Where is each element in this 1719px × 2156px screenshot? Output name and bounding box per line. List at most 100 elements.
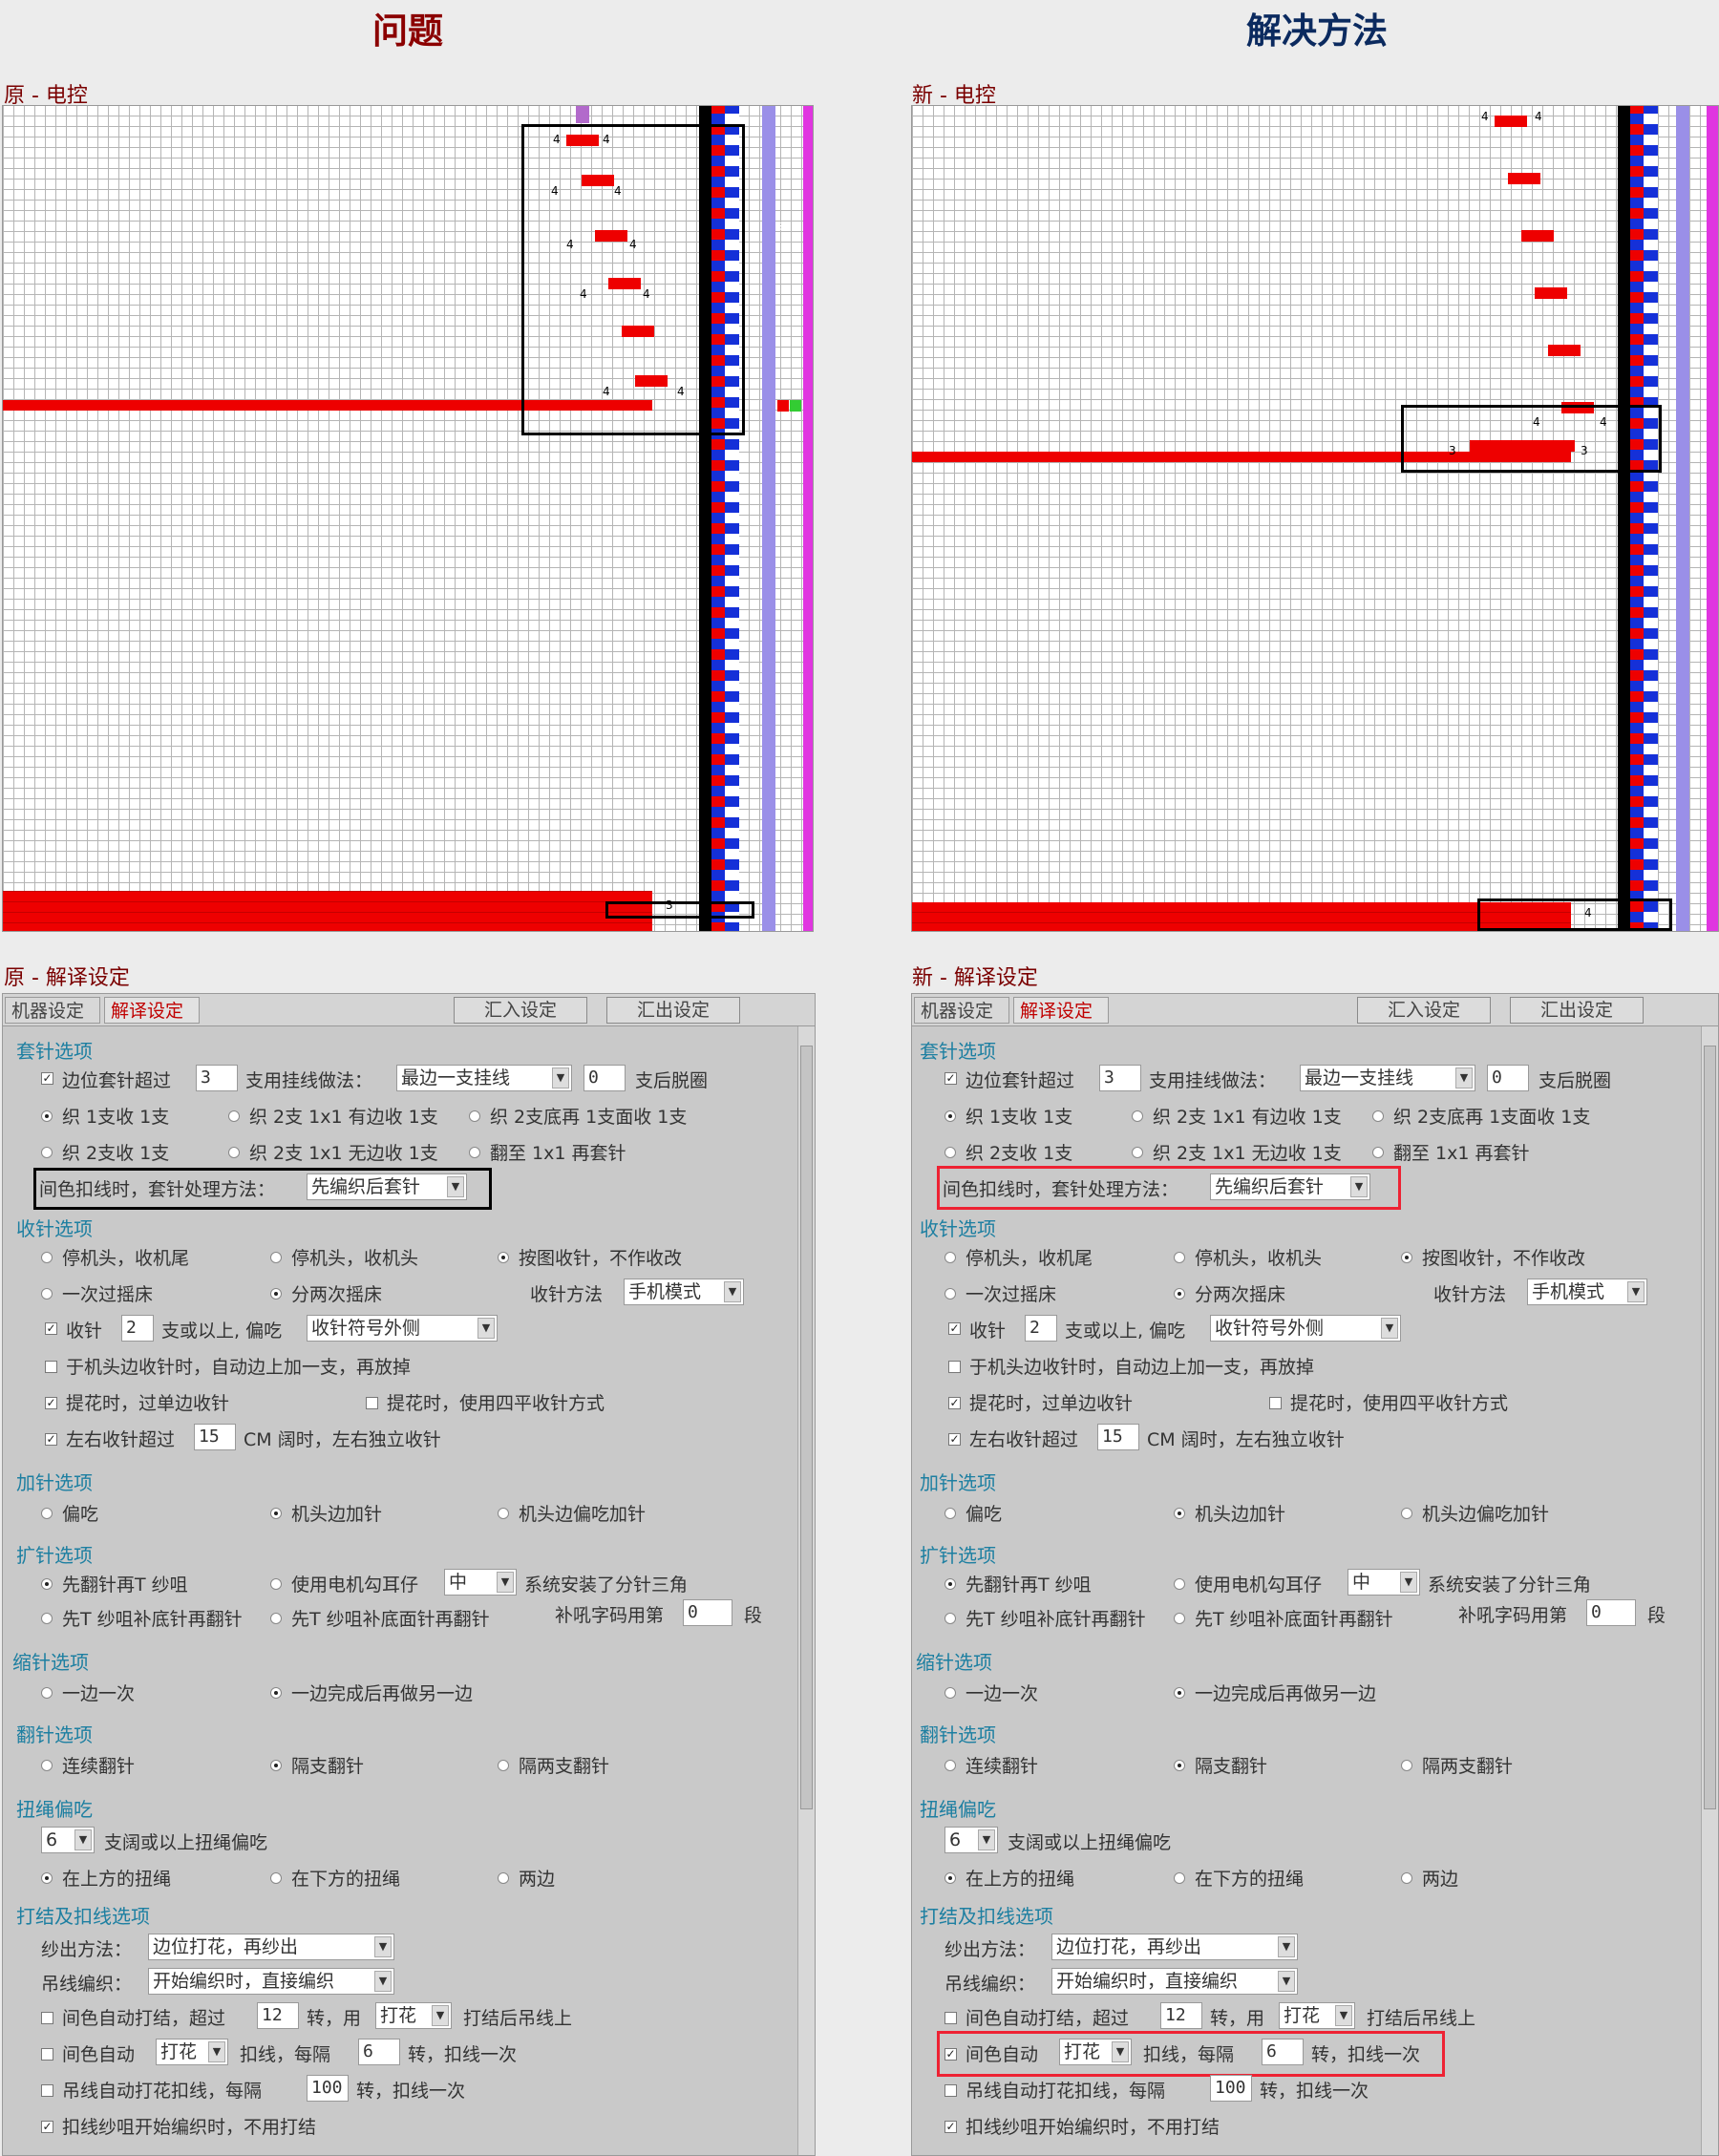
scrollbar[interactable]	[797, 1026, 815, 2155]
radio-selected[interactable]	[498, 1252, 509, 1263]
radio-selected[interactable]	[1174, 1687, 1185, 1699]
cast-off-count-input[interactable]: 2	[121, 1315, 154, 1342]
width-cm-input[interactable]: 15	[1097, 1424, 1139, 1450]
yarn-out-select[interactable]: 边位打花，再纱出 ▼	[148, 1934, 394, 1960]
radio[interactable]	[228, 1110, 240, 1122]
export-settings-button[interactable]: 汇出设定	[1510, 997, 1644, 1024]
radio[interactable]	[498, 1760, 509, 1771]
radio-selected[interactable]	[41, 1578, 53, 1590]
radio-selected[interactable]	[1401, 1252, 1412, 1263]
radio[interactable]	[1174, 1872, 1185, 1884]
import-settings-button[interactable]: 汇入设定	[454, 997, 587, 1024]
checkbox-checked[interactable]: ✓	[45, 1397, 57, 1409]
radio[interactable]	[270, 1578, 282, 1590]
radio[interactable]	[498, 1508, 509, 1519]
radio[interactable]	[1132, 1110, 1143, 1122]
checkbox-checked[interactable]: ✓	[41, 1072, 53, 1085]
radio-selected[interactable]	[41, 1110, 53, 1122]
knot-turns-input[interactable]: 12	[1160, 2002, 1202, 2029]
hang-knit-select[interactable]: 开始编织时，直接编织 ▼	[148, 1968, 394, 1995]
radio[interactable]	[1372, 1147, 1384, 1158]
edge-count-input[interactable]: 3	[1099, 1065, 1141, 1091]
radio-selected[interactable]	[270, 1508, 282, 1519]
radio[interactable]	[41, 1288, 53, 1300]
checkbox-checked[interactable]: ✓	[948, 1433, 961, 1446]
edge-count-input[interactable]: 3	[196, 1065, 238, 1091]
radio[interactable]	[1401, 1872, 1412, 1884]
cast-off-position-select[interactable]: 收针符号外侧 ▼	[307, 1315, 498, 1342]
knot-type-select[interactable]: 打花 ▼	[375, 2002, 452, 2029]
scrollbar[interactable]	[1701, 1026, 1718, 2155]
radio[interactable]	[944, 1252, 956, 1263]
radio-selected[interactable]	[270, 1687, 282, 1699]
radio[interactable]	[270, 1252, 282, 1263]
radio[interactable]	[41, 1508, 53, 1519]
radio[interactable]	[41, 1147, 53, 1158]
checkbox[interactable]	[45, 1361, 57, 1373]
checkbox-checked[interactable]: ✓	[41, 2121, 53, 2133]
checkbox-checked[interactable]: ✓	[45, 1322, 57, 1335]
checkbox[interactable]	[944, 2012, 957, 2024]
radio[interactable]	[944, 1288, 956, 1300]
radio-selected[interactable]	[1174, 1288, 1185, 1300]
radio[interactable]	[944, 1508, 956, 1519]
cast-off-method-select[interactable]: 手机模式 ▼	[1527, 1279, 1647, 1305]
radio[interactable]	[41, 1252, 53, 1263]
drop-count-input[interactable]: 0	[584, 1065, 626, 1091]
cast-off-method-select[interactable]: 手机模式 ▼	[624, 1279, 744, 1305]
checkbox[interactable]	[41, 2012, 53, 2024]
cast-off-position-select[interactable]: 收针符号外侧 ▼	[1210, 1315, 1401, 1342]
width-cm-input[interactable]: 15	[194, 1424, 236, 1450]
radio[interactable]	[469, 1110, 480, 1122]
radio-selected[interactable]	[270, 1760, 282, 1771]
checkbox-checked[interactable]: ✓	[944, 1072, 957, 1085]
tab-machine-settings[interactable]: 机器设定	[914, 997, 1009, 1024]
scrollbar-thumb[interactable]	[800, 1046, 813, 1809]
radio-selected[interactable]	[1174, 1760, 1185, 1771]
hang-method-select[interactable]: 最边一支挂线 ▼	[396, 1065, 572, 1091]
radio[interactable]	[1372, 1110, 1384, 1122]
speed-select[interactable]: 中 ▼	[444, 1569, 517, 1596]
hang-interval-input[interactable]: 100	[1210, 2075, 1252, 2102]
knit-grid-original[interactable]: 4 4 4 4 4 4 4 4 4 4 3 5	[2, 105, 814, 932]
checkbox[interactable]	[366, 1397, 378, 1409]
radio[interactable]	[270, 1613, 282, 1624]
radio[interactable]	[944, 1613, 956, 1624]
drop-count-input[interactable]: 0	[1487, 1065, 1529, 1091]
checkbox[interactable]	[948, 1361, 961, 1373]
radio[interactable]	[270, 1872, 282, 1884]
segment-input[interactable]: 0	[683, 1599, 732, 1626]
checkbox-checked[interactable]: ✓	[948, 1322, 961, 1335]
knot-type-select[interactable]: 打花 ▼	[1279, 2002, 1355, 2029]
radio-selected[interactable]	[41, 1872, 53, 1884]
checkbox[interactable]	[944, 2084, 957, 2097]
radio[interactable]	[498, 1872, 509, 1884]
radio-selected[interactable]	[944, 1872, 956, 1884]
radio[interactable]	[1174, 1613, 1185, 1624]
twist-width-select[interactable]: 6 ▼	[944, 1827, 998, 1853]
radio[interactable]	[944, 1147, 956, 1158]
scrollbar-thumb[interactable]	[1704, 1046, 1716, 1809]
radio[interactable]	[944, 1760, 956, 1771]
knit-grid-new[interactable]: 3 3 4 4 4 4 4	[911, 105, 1719, 932]
radio-selected[interactable]	[1174, 1508, 1185, 1519]
radio[interactable]	[944, 1687, 956, 1699]
radio[interactable]	[228, 1147, 240, 1158]
tuck-interval-input[interactable]: 6	[358, 2039, 400, 2065]
tuck-type-select[interactable]: 打花 ▼	[156, 2039, 228, 2065]
segment-input[interactable]: 0	[1586, 1599, 1636, 1626]
speed-select[interactable]: 中 ▼	[1348, 1569, 1420, 1596]
hang-interval-input[interactable]: 100	[307, 2075, 349, 2102]
tab-interpret-settings[interactable]: 解译设定	[1013, 997, 1109, 1024]
radio-selected[interactable]	[944, 1110, 956, 1122]
checkbox[interactable]	[1269, 1397, 1282, 1409]
hang-knit-select[interactable]: 开始编织时，直接编织 ▼	[1051, 1968, 1298, 1995]
yarn-out-select[interactable]: 边位打花，再纱出 ▼	[1051, 1934, 1298, 1960]
export-settings-button[interactable]: 汇出设定	[606, 997, 740, 1024]
checkbox-checked[interactable]: ✓	[948, 1397, 961, 1409]
radio[interactable]	[41, 1760, 53, 1771]
radio-selected[interactable]	[944, 1578, 956, 1590]
radio-selected[interactable]	[270, 1288, 282, 1300]
tab-interpret-settings[interactable]: 解译设定	[104, 997, 200, 1024]
checkbox[interactable]	[41, 2084, 53, 2097]
